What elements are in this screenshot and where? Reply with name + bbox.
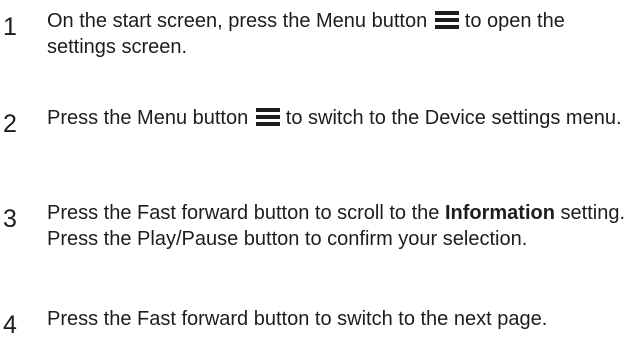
menu-icon [255,108,280,126]
step-text: On the start screen, press the Menu butt… [47,8,637,60]
step-number: 4 [3,311,17,339]
step-text: Press the Fast forward button to switch … [47,308,548,330]
step-number: 1 [3,13,17,41]
step-text: Press the Fast forward button to scroll … [47,200,637,252]
step-text-part: On the start screen, press the Menu butt… [47,10,433,32]
step-text-part: Press the Fast forward button to scroll … [47,202,445,224]
step-text-part: to switch to the Device settings menu. [285,107,622,129]
step-text-part: Press the Menu button [47,107,254,129]
setting-name: Information [444,202,555,224]
menu-icon [434,11,459,29]
step-text: Press the Menu button to switch to the D… [47,105,637,131]
step-number: 2 [3,110,17,138]
step-number: 3 [3,205,17,233]
